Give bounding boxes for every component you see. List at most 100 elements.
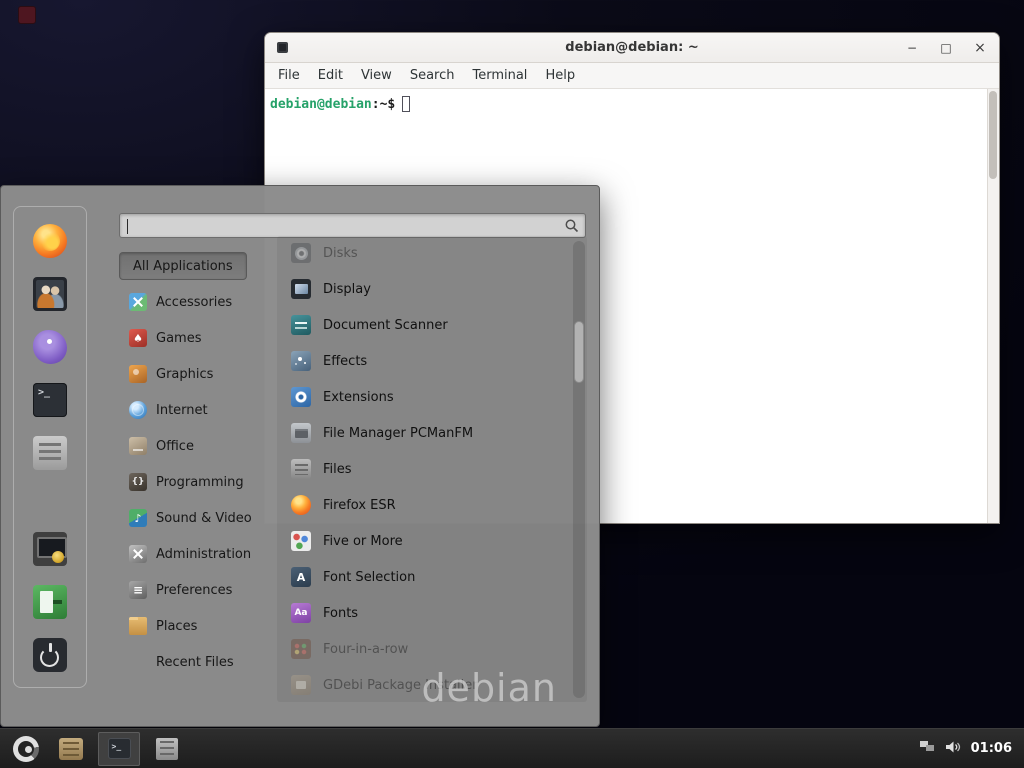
search-input[interactable] — [126, 214, 559, 237]
shutdown-icon — [33, 638, 67, 672]
gdebi-icon — [291, 675, 311, 695]
category-label: Graphics — [156, 367, 213, 382]
lock-screen-icon — [33, 532, 67, 566]
shutdown-button[interactable] — [30, 637, 70, 673]
minimize-button[interactable]: − — [905, 42, 919, 54]
category-recent-files[interactable]: Recent Files — [119, 644, 277, 680]
app-fonts[interactable]: Fonts — [285, 595, 569, 631]
favorite-file-manager[interactable] — [30, 435, 70, 471]
menu-search[interactable] — [119, 213, 586, 238]
terminal-scrollbar-thumb[interactable] — [989, 91, 997, 179]
favorite-pidgin[interactable] — [30, 329, 70, 365]
files-icon — [291, 459, 311, 479]
taskbar-terminal[interactable] — [98, 732, 140, 766]
app-file-manager-pcmanfm[interactable]: File Manager PCManFM — [285, 415, 569, 451]
administration-icon — [129, 545, 147, 563]
favorite-firefox[interactable] — [30, 223, 70, 259]
menu-terminal[interactable]: Terminal — [463, 65, 536, 86]
application-label: GDebi Package Installer — [323, 678, 478, 693]
category-administration[interactable]: Administration — [119, 536, 277, 572]
app-extensions[interactable]: Extensions — [285, 379, 569, 415]
menu-search[interactable]: Search — [401, 65, 464, 86]
category-internet[interactable]: Internet — [119, 392, 277, 428]
application-label: Extensions — [323, 390, 394, 405]
app-disks[interactable]: Disks — [285, 241, 569, 271]
application-label: File Manager PCManFM — [323, 426, 473, 441]
text-cursor — [127, 219, 128, 234]
volume-icon[interactable] — [945, 740, 961, 758]
app-four-in-a-row[interactable]: Four-in-a-row — [285, 631, 569, 667]
category-label: Games — [156, 331, 201, 346]
network-icon[interactable] — [919, 740, 935, 758]
disks-icon — [291, 243, 311, 263]
fonts-icon — [291, 603, 311, 623]
favorite-people[interactable] — [30, 276, 70, 312]
application-label: Font Selection — [323, 570, 415, 585]
preferences-icon — [129, 581, 147, 599]
category-programming[interactable]: Programming — [119, 464, 277, 500]
app-firefox-esr[interactable]: Firefox ESR — [285, 487, 569, 523]
favorites-panel — [13, 206, 87, 688]
terminal-scrollbar[interactable] — [987, 89, 999, 523]
terminal-cursor — [402, 96, 410, 112]
application-label: Document Scanner — [323, 318, 448, 333]
prompt-user-host: debian@debian — [270, 97, 372, 112]
category-graphics[interactable]: Graphics — [119, 356, 277, 392]
application-list: Disks Display Document Scanner Effects Exten… — [285, 241, 569, 700]
menu-help[interactable]: Help — [536, 65, 584, 86]
maximize-button[interactable]: □ — [939, 42, 953, 54]
app-files[interactable]: Files — [285, 451, 569, 487]
display-icon — [291, 279, 311, 299]
application-label: Disks — [323, 246, 358, 261]
menu-scrollbar[interactable] — [573, 241, 585, 698]
menu-view[interactable]: View — [352, 65, 401, 86]
session-buttons — [30, 531, 70, 673]
taskbar-files[interactable] — [146, 732, 188, 766]
document-scanner-icon — [291, 315, 311, 335]
file-manager-icon — [33, 436, 67, 470]
terminal-menubar: FileEditViewSearchTerminalHelp — [265, 63, 999, 89]
taskbar: 01:06 — [0, 728, 1024, 768]
app-display[interactable]: Display — [285, 271, 569, 307]
terminal-prompt: debian@debian :~$ — [270, 96, 410, 112]
window-controls: − □ × — [905, 41, 987, 55]
favorite-terminal[interactable] — [30, 382, 70, 418]
logout-icon — [33, 585, 67, 619]
close-button[interactable]: × — [973, 41, 987, 55]
category-label: All Applications — [133, 259, 233, 274]
menu-button[interactable] — [8, 731, 44, 767]
category-sound-video[interactable]: Sound & Video — [119, 500, 277, 536]
desktop: debian@debian: ~ − □ × FileEditViewSearc… — [0, 0, 1024, 768]
lock-screen-button[interactable] — [30, 531, 70, 567]
menu-edit[interactable]: Edit — [309, 65, 352, 86]
app-effects[interactable]: Effects — [285, 343, 569, 379]
logout-button[interactable] — [30, 584, 70, 620]
category-all-applications[interactable]: All Applications — [119, 252, 247, 280]
app-five-or-more[interactable]: Five or More — [285, 523, 569, 559]
category-list: All Applications Accessories Games Graphics… — [119, 248, 277, 680]
category-label: Office — [156, 439, 194, 454]
taskbar-file-manager[interactable] — [50, 732, 92, 766]
app-gdebi-package-installer[interactable]: GDebi Package Installer — [285, 667, 569, 700]
category-label: Places — [156, 619, 197, 634]
accessories-icon — [129, 293, 147, 311]
category-accessories[interactable]: Accessories — [119, 284, 277, 320]
desktop-shortcut-icon[interactable] — [18, 6, 36, 24]
category-places[interactable]: Places — [119, 608, 277, 644]
category-label: Preferences — [156, 583, 232, 598]
programming-icon — [129, 473, 147, 491]
app-document-scanner[interactable]: Document Scanner — [285, 307, 569, 343]
category-preferences[interactable]: Preferences — [119, 572, 277, 608]
app-font-selection[interactable]: Font Selection — [285, 559, 569, 595]
terminal-titlebar[interactable]: debian@debian: ~ − □ × — [265, 33, 999, 63]
category-office[interactable]: Office — [119, 428, 277, 464]
office-icon — [129, 437, 147, 455]
terminal-icon — [108, 738, 131, 759]
window-menu-icon[interactable] — [277, 42, 288, 53]
menu-file[interactable]: File — [269, 65, 309, 86]
category-games[interactable]: Games — [119, 320, 277, 356]
application-label: Display — [323, 282, 371, 297]
menu-scrollbar-thumb[interactable] — [574, 321, 584, 383]
people-icon — [33, 277, 67, 311]
application-label: Files — [323, 462, 352, 477]
